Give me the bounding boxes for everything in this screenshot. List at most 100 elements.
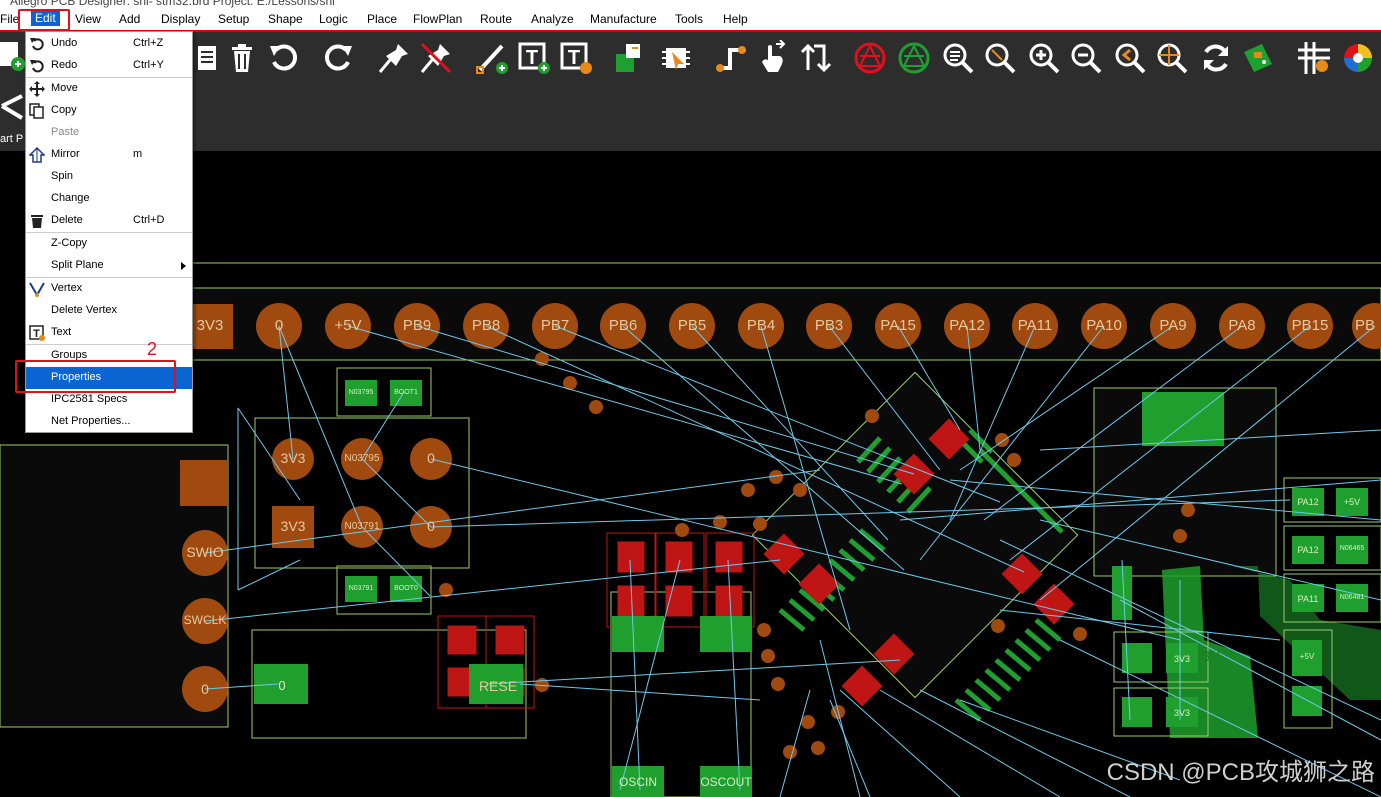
menu-item-mirror[interactable]: Mirror m [26, 144, 192, 166]
add-line-icon[interactable] [474, 40, 510, 76]
slide-icon[interactable] [756, 40, 792, 76]
jumper-label-n03791: N03791 [344, 521, 380, 532]
pcb-canvas[interactable]: 3V3 0 +5V PB9 PB8 PB7 PB6 PB5 PB4 PB3 PA… [0, 151, 1381, 797]
menu-file[interactable]: File [0, 12, 19, 26]
menu-help[interactable]: Help [723, 12, 748, 26]
right-label-3v: 3V [1201, 648, 1221, 665]
menu-item-undo[interactable]: Undo Ctrl+Z [26, 33, 192, 55]
redo-icon[interactable] [320, 40, 356, 76]
menu-item-spin[interactable]: Spin [26, 166, 192, 188]
watermark: CSDN @PCB攻城狮之路 [1106, 759, 1375, 786]
pin-label-pb4: PB4 [746, 317, 776, 334]
route-connect-icon[interactable] [714, 40, 750, 76]
header-pin-labels: 3V3 0 +5V PB9 PB8 PB7 PB6 PB5 PB4 PB3 PA… [0, 151, 1381, 797]
jumper-label-0-bot: 0 [427, 518, 435, 534]
menu-item-split-plane[interactable]: Split Plane [26, 255, 192, 277]
menu-item-paste[interactable]: Paste [26, 122, 192, 144]
pin-label-3v3: 3V3 [196, 317, 224, 334]
copy-icon [29, 103, 45, 119]
refresh-icon[interactable] [1198, 40, 1234, 76]
paste-document-icon[interactable] [190, 40, 226, 76]
menu-item-z-copy[interactable]: Z-Copy [26, 233, 192, 255]
right-part-pa12-b: PA12 [1297, 545, 1319, 555]
pin-label-pb-partial: PB [1355, 317, 1376, 334]
menu-item-net-properties[interactable]: Net Properties... [26, 411, 192, 433]
zoom-fit-icon[interactable] [982, 40, 1018, 76]
menu-shape[interactable]: Shape [268, 12, 303, 26]
svg-text:T: T [526, 47, 538, 69]
menu-item-vertex[interactable]: Vertex [26, 278, 192, 300]
select-component-icon[interactable] [658, 40, 694, 76]
pin-label-pa9: PA9 [1159, 317, 1187, 334]
zoom-in-icon[interactable] [1026, 40, 1062, 76]
pin-label-0: 0 [274, 317, 284, 334]
annotation-number-2: 2 [147, 339, 158, 359]
jumper-label-0-top: 0 [427, 450, 435, 466]
3d-view-icon[interactable] [1240, 40, 1276, 76]
menu-flowplan[interactable]: FlowPlan [413, 12, 462, 26]
menu-manufacture[interactable]: Manufacture [590, 12, 657, 26]
pin-label-pb15: PB15 [1291, 317, 1329, 334]
pin-label-5v: +5V [334, 317, 362, 334]
annotation-box-properties [15, 360, 176, 393]
pin-label-pa10: PA10 [1086, 317, 1122, 334]
drc-red-icon[interactable] [852, 40, 888, 76]
pin-label-pb8: PB8 [471, 317, 501, 334]
zoom-select-icon[interactable] [940, 40, 976, 76]
part-n03791: N03791 [348, 585, 374, 592]
place-component-icon[interactable] [612, 40, 648, 76]
pad-label-0: 0 [278, 678, 286, 693]
menu-item-delete-vertex[interactable]: Delete Vertex [26, 300, 192, 322]
new-icon[interactable] [0, 38, 26, 74]
text-icon: T [29, 325, 45, 341]
menu-analyze[interactable]: Analyze [531, 12, 574, 26]
undo-icon[interactable] [266, 40, 302, 76]
drc-green-icon[interactable] [896, 40, 932, 76]
grid-icon[interactable] [1296, 40, 1332, 76]
menu-logic[interactable]: Logic [319, 12, 348, 26]
pin-label-pa12: PA12 [949, 317, 985, 334]
zoom-previous-icon[interactable] [1112, 40, 1148, 76]
window-titlebar: Allegro PCB Designer: shi- stm32.brd Pro… [0, 0, 1381, 8]
menu-tools[interactable]: Tools [675, 12, 703, 26]
menu-route[interactable]: Route [480, 12, 512, 26]
undo-icon [29, 36, 45, 52]
right-part-5v: +5V [1343, 497, 1361, 507]
label-oscin: OSCIN [618, 775, 657, 789]
submenu-arrow-icon [181, 262, 186, 270]
menu-item-copy[interactable]: Copy [26, 100, 192, 122]
swap-icon[interactable] [798, 40, 834, 76]
menu-add[interactable]: Add [119, 12, 140, 26]
part-boot1: BOOT1 [394, 389, 418, 396]
edit-text-icon[interactable]: T [558, 40, 594, 76]
side-panel-label: art P [0, 133, 24, 145]
right-part-5v-b: +5V [1299, 652, 1315, 661]
menu-item-move[interactable]: Move [26, 78, 192, 100]
pin-label-pb9: PB9 [402, 317, 432, 334]
pin-label-pb3: PB3 [814, 317, 844, 334]
pin-icon[interactable] [376, 40, 412, 76]
color-icon[interactable] [1340, 40, 1376, 76]
share-icon[interactable] [0, 92, 26, 122]
right-part-pa12-a: PA12 [1297, 497, 1319, 507]
menu-setup[interactable]: Setup [218, 12, 249, 26]
add-text-icon[interactable]: T [516, 40, 552, 76]
menu-view[interactable]: View [75, 12, 101, 26]
zoom-center-icon[interactable] [1154, 40, 1190, 76]
menubar: File Edit View Add Display Setup Shape L… [0, 8, 1381, 32]
menu-item-delete[interactable]: Delete Ctrl+D [26, 210, 192, 232]
menu-item-change[interactable]: Change [26, 188, 192, 210]
pin-label-pb6: PB6 [608, 317, 638, 334]
pin-label-pb7: PB7 [540, 317, 570, 334]
main-toolbar: T T art P [0, 32, 1381, 151]
mirror-icon [28, 146, 46, 163]
jumper-label-3v3-bot: 3V3 [280, 518, 306, 534]
right-label-3v3: 3V3 [1226, 706, 1254, 723]
menu-place[interactable]: Place [367, 12, 397, 26]
zoom-out-icon[interactable] [1068, 40, 1104, 76]
delete-trash-icon[interactable] [224, 40, 260, 76]
unpin-icon[interactable] [418, 40, 454, 76]
menu-item-text[interactable]: T Text [26, 322, 192, 344]
menu-item-redo[interactable]: Redo Ctrl+Y [26, 55, 192, 77]
menu-display[interactable]: Display [161, 12, 200, 26]
